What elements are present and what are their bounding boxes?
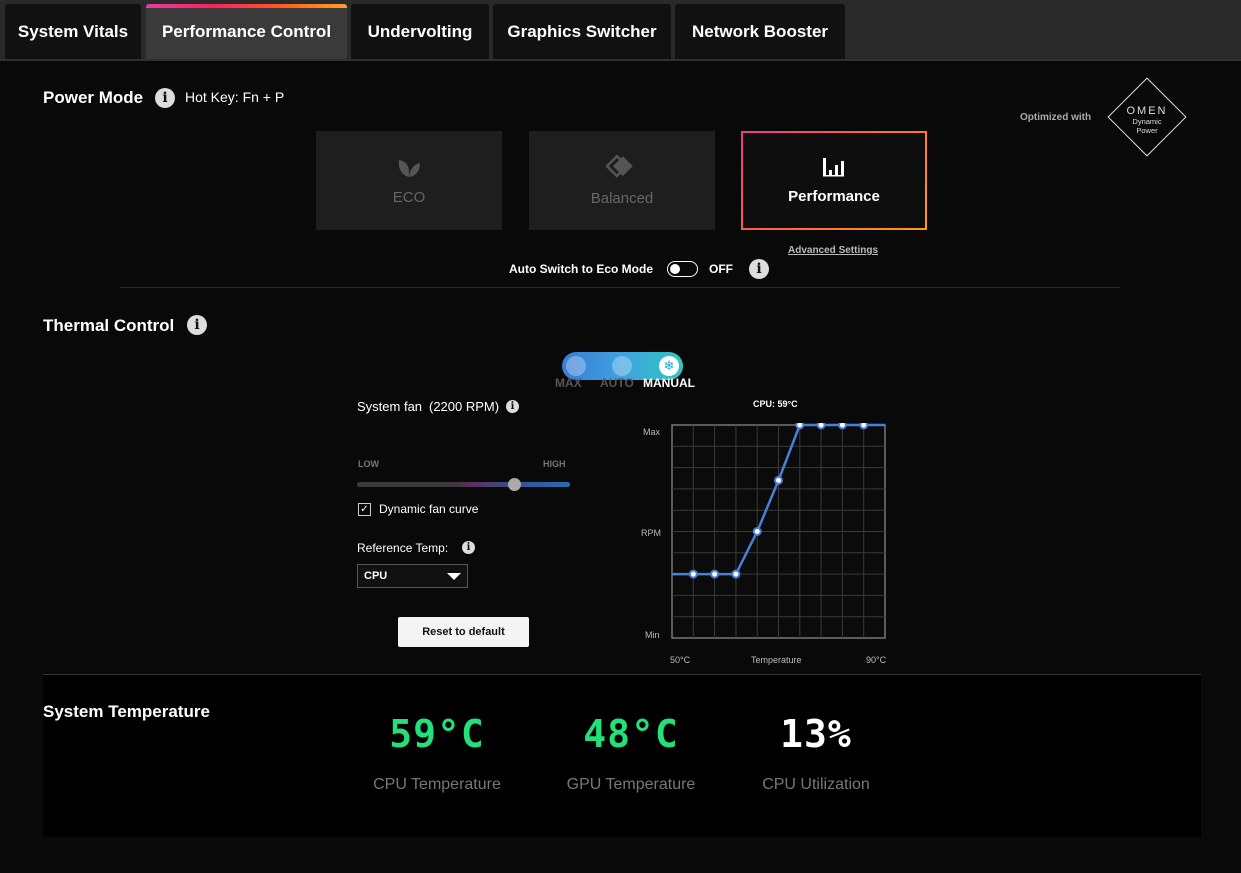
curve-point[interactable] — [774, 475, 783, 485]
power-mode-info-icon[interactable]: i — [155, 88, 175, 108]
tab-undervolting[interactable]: Undervolting — [351, 4, 489, 59]
advanced-settings-link[interactable]: Advanced Settings — [788, 245, 878, 256]
tab-graphics-switcher[interactable]: Graphics Switcher — [493, 4, 671, 59]
reference-temp-value: CPU — [364, 570, 388, 582]
chart-x-tick-end: 90°C — [866, 655, 887, 665]
cpu-util-metric: 13% — [741, 712, 891, 756]
fan-mode-manual-label[interactable]: MANUAL — [643, 376, 695, 390]
check-icon: ✓ — [360, 504, 369, 515]
tab-bar: System Vitals Performance Control Underv… — [0, 0, 1241, 59]
mode-eco-card[interactable]: ECO — [316, 131, 502, 230]
dynamic-fan-curve-checkbox[interactable]: ✓ — [358, 503, 371, 516]
fan-curve-chart[interactable] — [670, 423, 887, 640]
curve-point[interactable] — [816, 423, 826, 430]
tab-label: System Vitals — [17, 21, 129, 41]
omen-line2: Power — [1136, 126, 1158, 135]
mode-performance-label: Performance — [788, 188, 880, 205]
dynamic-fan-curve-label: Dynamic fan curve — [379, 502, 479, 516]
fan-mode-auto-label[interactable]: AUTO — [600, 376, 634, 390]
curve-point[interactable] — [859, 423, 869, 430]
section-divider — [120, 287, 1120, 288]
gpu-temp-label: GPU Temperature — [566, 776, 696, 793]
reference-temp-label: Reference Temp: — [357, 541, 449, 555]
balanced-icon — [606, 154, 633, 178]
hotkey-label: Hot Key: Fn + P — [185, 89, 285, 105]
system-fan-info-icon[interactable]: i — [506, 400, 519, 413]
chart-y-tick-max: Max — [643, 427, 661, 437]
power-mode-title: Power Mode — [43, 88, 144, 107]
tab-network-booster[interactable]: Network Booster — [675, 4, 845, 59]
chart-ylabel: RPM — [641, 528, 661, 538]
cpu-util-value: 13% — [780, 712, 852, 756]
cpu-util-label: CPU Utilization — [762, 776, 870, 793]
cpu-temp-value: 59°C — [389, 712, 485, 756]
tab-label: Performance Control — [161, 21, 332, 41]
slider-low-label: LOW — [358, 459, 379, 469]
chart-x-tick-start: 50°C — [670, 655, 691, 665]
curve-point[interactable] — [795, 423, 805, 430]
chart-title: CPU: 59°C — [753, 399, 798, 409]
gpu-temp-value: 48°C — [583, 712, 679, 756]
leaf-icon — [398, 160, 420, 177]
auto-switch-info-icon[interactable]: i — [749, 259, 769, 279]
snowflake-fan-icon: ❄ — [663, 358, 675, 373]
curve-point[interactable] — [752, 527, 762, 536]
toggle-knob — [670, 263, 680, 274]
system-temperature-title: System Temperature — [43, 702, 210, 721]
system-fan-rpm: (2200 RPM) — [429, 399, 500, 414]
auto-switch-toggle[interactable] — [667, 261, 698, 277]
thermal-info-icon[interactable]: i — [187, 315, 207, 335]
fan-mode-auto-dot[interactable] — [612, 356, 632, 376]
system-fan-label: System fan — [357, 399, 423, 414]
mode-performance-card[interactable]: Performance — [741, 131, 927, 230]
cpu-temp-metric: 59°C — [362, 712, 512, 756]
tab-label: Graphics Switcher — [507, 21, 657, 41]
reset-to-default-button[interactable]: Reset to default — [398, 617, 529, 647]
fan-mode-max-dot[interactable] — [566, 356, 586, 376]
chart-grid — [671, 424, 886, 639]
omen-logo: OMEN Dynamic Power — [1112, 105, 1182, 135]
thermal-control-title: Thermal Control — [43, 316, 175, 335]
tab-label: Undervolting — [367, 21, 473, 41]
cpu-temp-label: CPU Temperature — [373, 776, 501, 793]
curve-point[interactable] — [688, 569, 698, 579]
curve-point[interactable] — [710, 569, 720, 579]
system-temperature-panel — [43, 675, 1201, 837]
tab-label: Network Booster — [691, 21, 829, 41]
slider-high-label: HIGH — [543, 459, 566, 469]
tab-performance-control[interactable]: Performance Control — [146, 4, 347, 59]
reference-temp-info-icon[interactable]: i — [462, 541, 475, 554]
reset-label: Reset to default — [422, 626, 505, 638]
gpu-temp-metric: 48°C — [556, 712, 706, 756]
reference-temp-select[interactable]: CPU — [357, 564, 468, 588]
curve-point[interactable] — [837, 423, 847, 430]
omen-brand: OMEN — [1126, 105, 1168, 117]
auto-switch-label: Auto Switch to Eco Mode — [509, 262, 653, 276]
fan-mode-max-label[interactable]: MAX — [555, 376, 582, 390]
tab-system-vitals[interactable]: System Vitals — [5, 4, 141, 59]
chart-y-tick-min: Min — [645, 630, 660, 640]
chart-xlabel: Temperature — [751, 655, 802, 665]
auto-switch-state: OFF — [709, 262, 733, 276]
optimized-with-label: Optimized with — [1020, 112, 1092, 123]
chevron-down-icon — [447, 573, 461, 580]
fan-mode-manual-dot[interactable]: ❄ — [659, 356, 679, 376]
mode-balanced-card[interactable]: Balanced — [529, 131, 715, 230]
performance-bars-icon — [823, 158, 844, 177]
fan-speed-slider[interactable] — [357, 478, 570, 491]
curve-point[interactable] — [731, 569, 741, 579]
mode-balanced-label: Balanced — [590, 190, 654, 207]
omen-line1: Dynamic — [1132, 117, 1162, 126]
mode-eco-label: ECO — [392, 189, 426, 206]
